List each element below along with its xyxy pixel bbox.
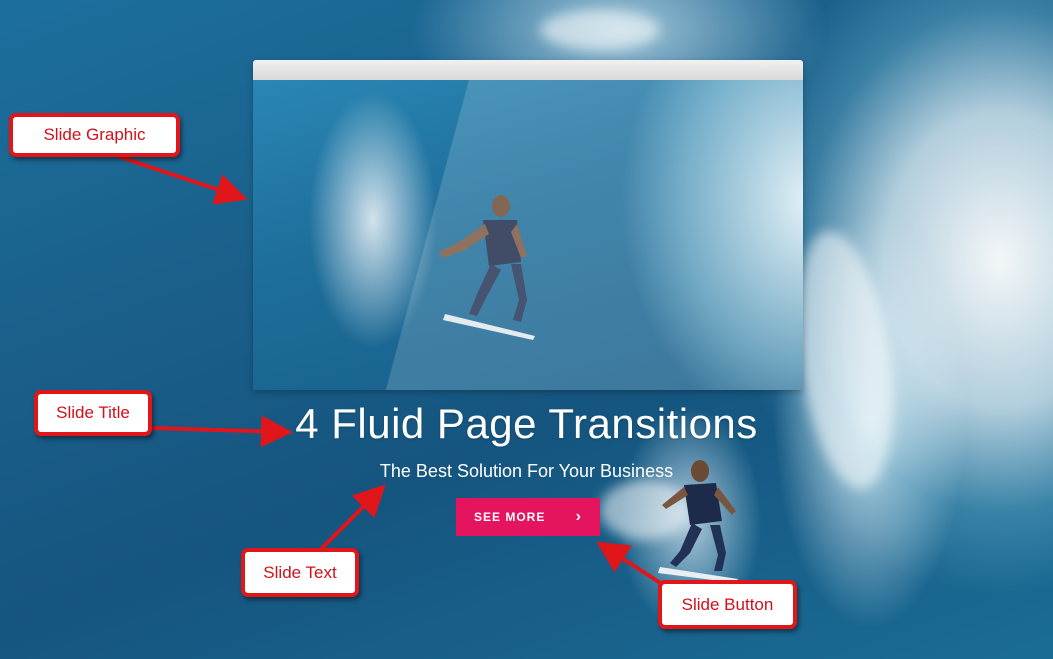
callout-slide-text: Slide Text <box>241 548 359 597</box>
arrow-to-text <box>320 484 386 550</box>
arrow-to-button <box>596 541 664 586</box>
annotation-arrows <box>118 155 664 586</box>
callout-slide-title: Slide Title <box>34 390 152 436</box>
callout-slide-button: Slide Button <box>658 580 797 629</box>
arrow-to-title <box>150 415 293 448</box>
arrow-to-graphic <box>118 155 248 205</box>
callout-slide-graphic: Slide Graphic <box>9 113 180 157</box>
